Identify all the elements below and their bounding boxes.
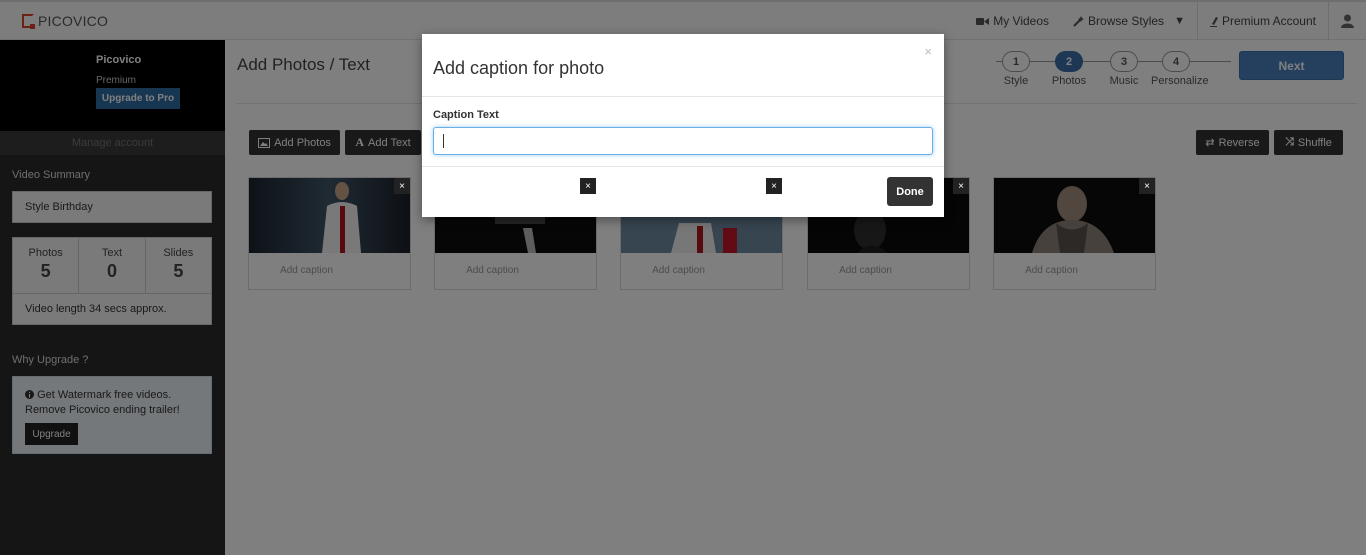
remove-photo-button[interactable]: × bbox=[394, 178, 410, 194]
modal-footer-divider bbox=[422, 166, 944, 167]
modal-title: Add caption for photo bbox=[433, 58, 605, 78]
caption-text-input[interactable] bbox=[433, 127, 933, 155]
caption-modal: × Add caption for photo Caption Text Don… bbox=[422, 34, 944, 217]
remove-photo-button[interactable]: × bbox=[953, 178, 969, 194]
remove-photo-button[interactable]: × bbox=[766, 178, 782, 194]
remove-photo-button[interactable]: × bbox=[580, 178, 596, 194]
caption-text-label: Caption Text bbox=[433, 109, 499, 121]
close-icon[interactable]: × bbox=[924, 44, 932, 59]
remove-photo-button[interactable]: × bbox=[1139, 178, 1155, 194]
text-cursor bbox=[443, 134, 444, 148]
done-button[interactable]: Done bbox=[887, 177, 933, 206]
modal-header-divider bbox=[422, 96, 944, 97]
